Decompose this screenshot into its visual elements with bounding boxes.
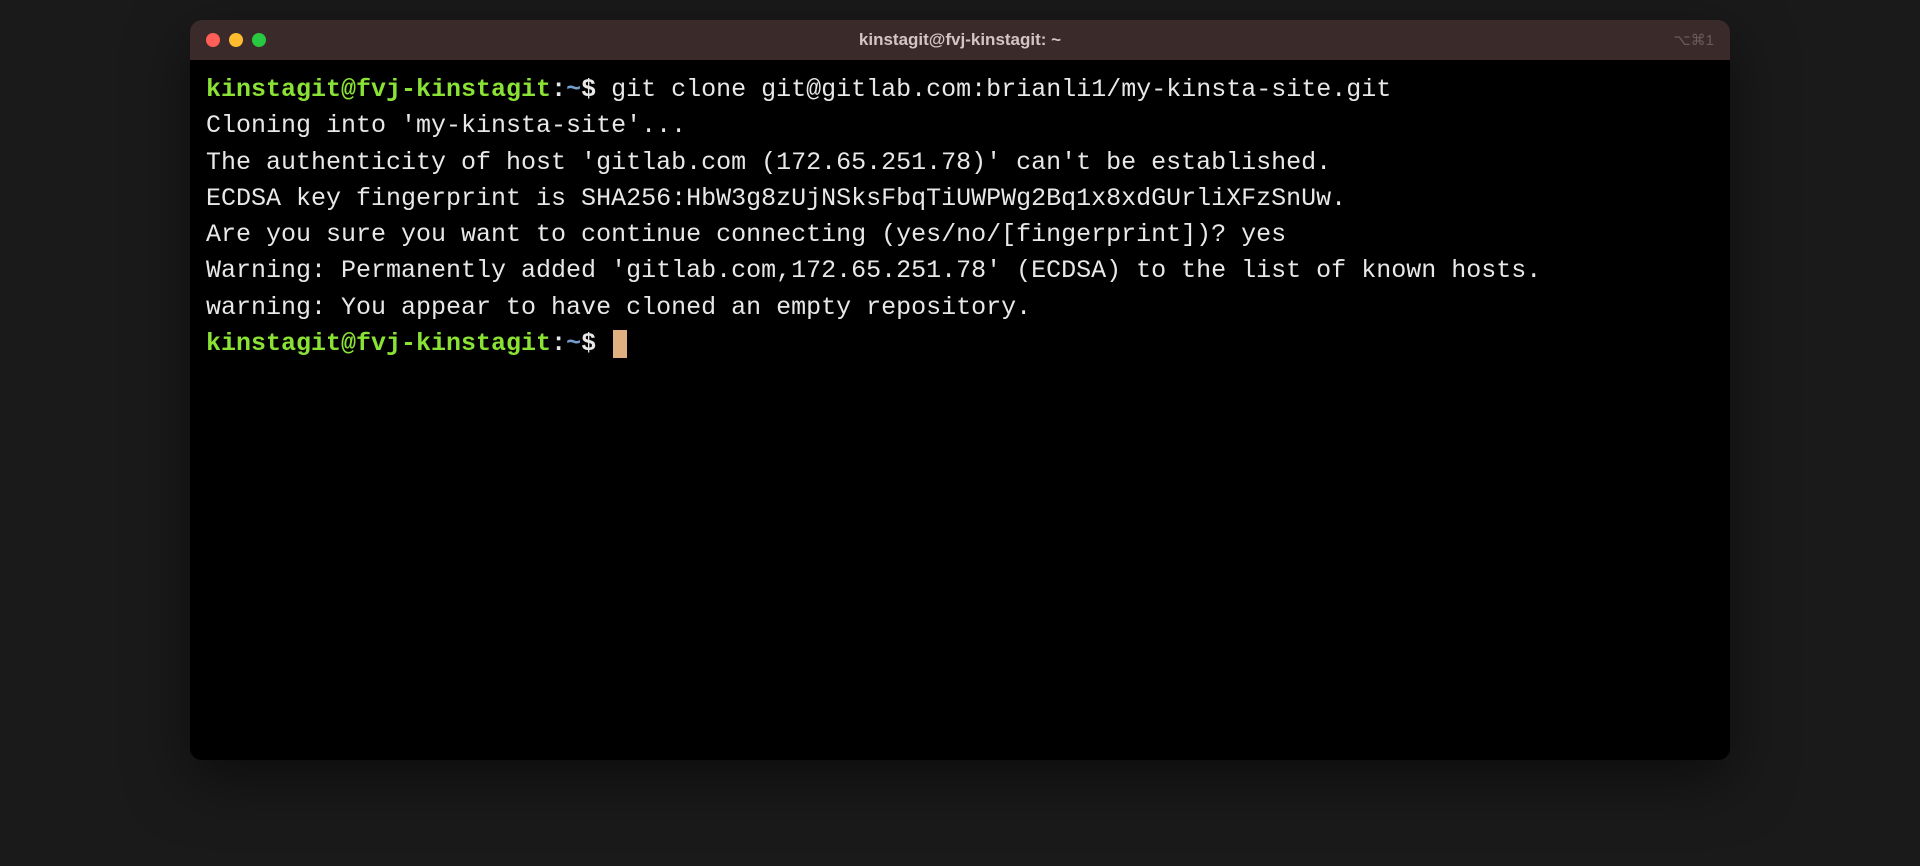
prompt-symbol: $ <box>581 75 596 104</box>
output-line-5: Warning: Permanently added 'gitlab.com,1… <box>206 256 1541 285</box>
title-bar: kinstagit@fvj-kinstagit: ~ ⌥⌘1 <box>190 20 1730 60</box>
prompt-path-2: ~ <box>566 329 581 358</box>
output-line-3: ECDSA key fingerprint is SHA256:HbW3g8zU… <box>206 184 1346 213</box>
prompt-path: ~ <box>566 75 581 104</box>
prompt-separator-2: : <box>551 329 566 358</box>
terminal-window: kinstagit@fvj-kinstagit: ~ ⌥⌘1 kinstagit… <box>190 20 1730 760</box>
cursor <box>613 330 627 358</box>
command-text <box>596 75 611 104</box>
window-title: kinstagit@fvj-kinstagit: ~ <box>859 30 1061 50</box>
command-1: git clone git@gitlab.com:brianli1/my-kin… <box>611 75 1391 104</box>
minimize-button[interactable] <box>229 33 243 47</box>
output-line-6: warning: You appear to have cloned an em… <box>206 293 1031 322</box>
close-button[interactable] <box>206 33 220 47</box>
output-line-2: The authenticity of host 'gitlab.com (17… <box>206 148 1331 177</box>
output-line-4: Are you sure you want to continue connec… <box>206 220 1286 249</box>
prompt-user-host: kinstagit@fvj-kinstagit <box>206 75 551 104</box>
window-shortcut-label: ⌥⌘1 <box>1673 31 1714 49</box>
output-line-1: Cloning into 'my-kinsta-site'... <box>206 111 686 140</box>
prompt-user-host-2: kinstagit@fvj-kinstagit <box>206 329 551 358</box>
prompt-symbol-2: $ <box>581 329 596 358</box>
traffic-lights <box>206 33 266 47</box>
maximize-button[interactable] <box>252 33 266 47</box>
prompt-separator: : <box>551 75 566 104</box>
terminal-body[interactable]: kinstagit@fvj-kinstagit:~$ git clone git… <box>190 60 1730 760</box>
